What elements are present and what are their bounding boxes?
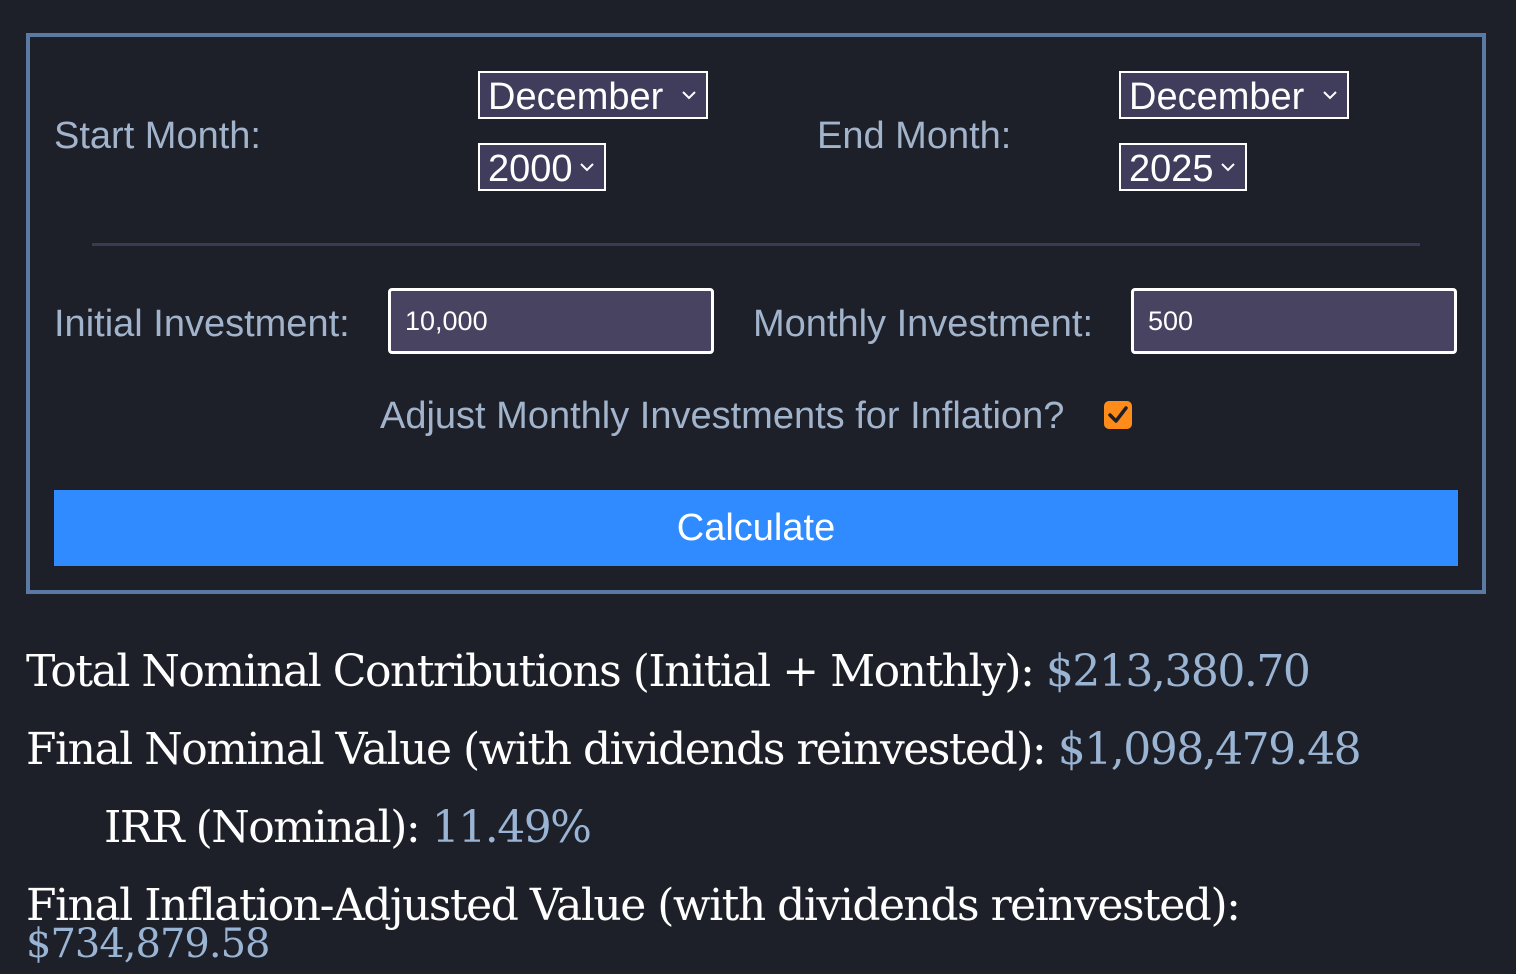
end-month-select[interactable]: December (1119, 71, 1349, 119)
inflation-adjust-label: Adjust Monthly Investments for Inflation… (380, 395, 1065, 437)
monthly-investment-input[interactable]: 500 (1131, 288, 1457, 354)
irr-row: IRR (Nominal): 11.49% (104, 806, 592, 850)
start-year-select[interactable]: 2000 (478, 143, 606, 191)
start-year-value: 2000 (488, 148, 573, 190)
final-nominal-row: Final Nominal Value (with dividends rein… (26, 728, 1362, 772)
start-month-select[interactable]: December (478, 71, 708, 119)
final-nominal-value: $1,098,479.48 (1057, 724, 1362, 775)
end-year-select[interactable]: 2025 (1119, 143, 1247, 191)
calculate-button[interactable]: Calculate (54, 490, 1458, 566)
final-real-value: $734,879.58 (26, 921, 270, 967)
chevron-down-icon (682, 91, 696, 100)
checkmark-icon (1108, 406, 1128, 423)
inflation-adjust-checkbox[interactable] (1104, 401, 1132, 429)
start-month-label: Start Month: (54, 115, 261, 157)
total-contributions-value: $213,380.70 (1045, 646, 1311, 697)
end-year-value: 2025 (1129, 148, 1214, 190)
chevron-down-icon (1221, 163, 1235, 172)
initial-investment-label: Initial Investment: (54, 303, 350, 345)
total-contributions-row: Total Nominal Contributions (Initial + M… (26, 650, 1311, 694)
chevron-down-icon (580, 163, 594, 172)
monthly-investment-label: Monthly Investment: (753, 303, 1094, 345)
irr-label: IRR (Nominal): (104, 802, 421, 853)
chevron-down-icon (1323, 91, 1337, 100)
end-month-label: End Month: (817, 115, 1012, 157)
total-contributions-label: Total Nominal Contributions (Initial + M… (26, 646, 1035, 697)
end-month-value: December (1129, 76, 1305, 118)
calculator-form: Start Month: December 2000 End Month: De… (26, 33, 1486, 594)
start-month-value: December (488, 76, 664, 118)
initial-investment-input[interactable]: 10,000 (388, 288, 714, 354)
final-nominal-label: Final Nominal Value (with dividends rein… (26, 724, 1047, 775)
irr-value: 11.49% (431, 802, 592, 853)
divider (92, 243, 1420, 246)
